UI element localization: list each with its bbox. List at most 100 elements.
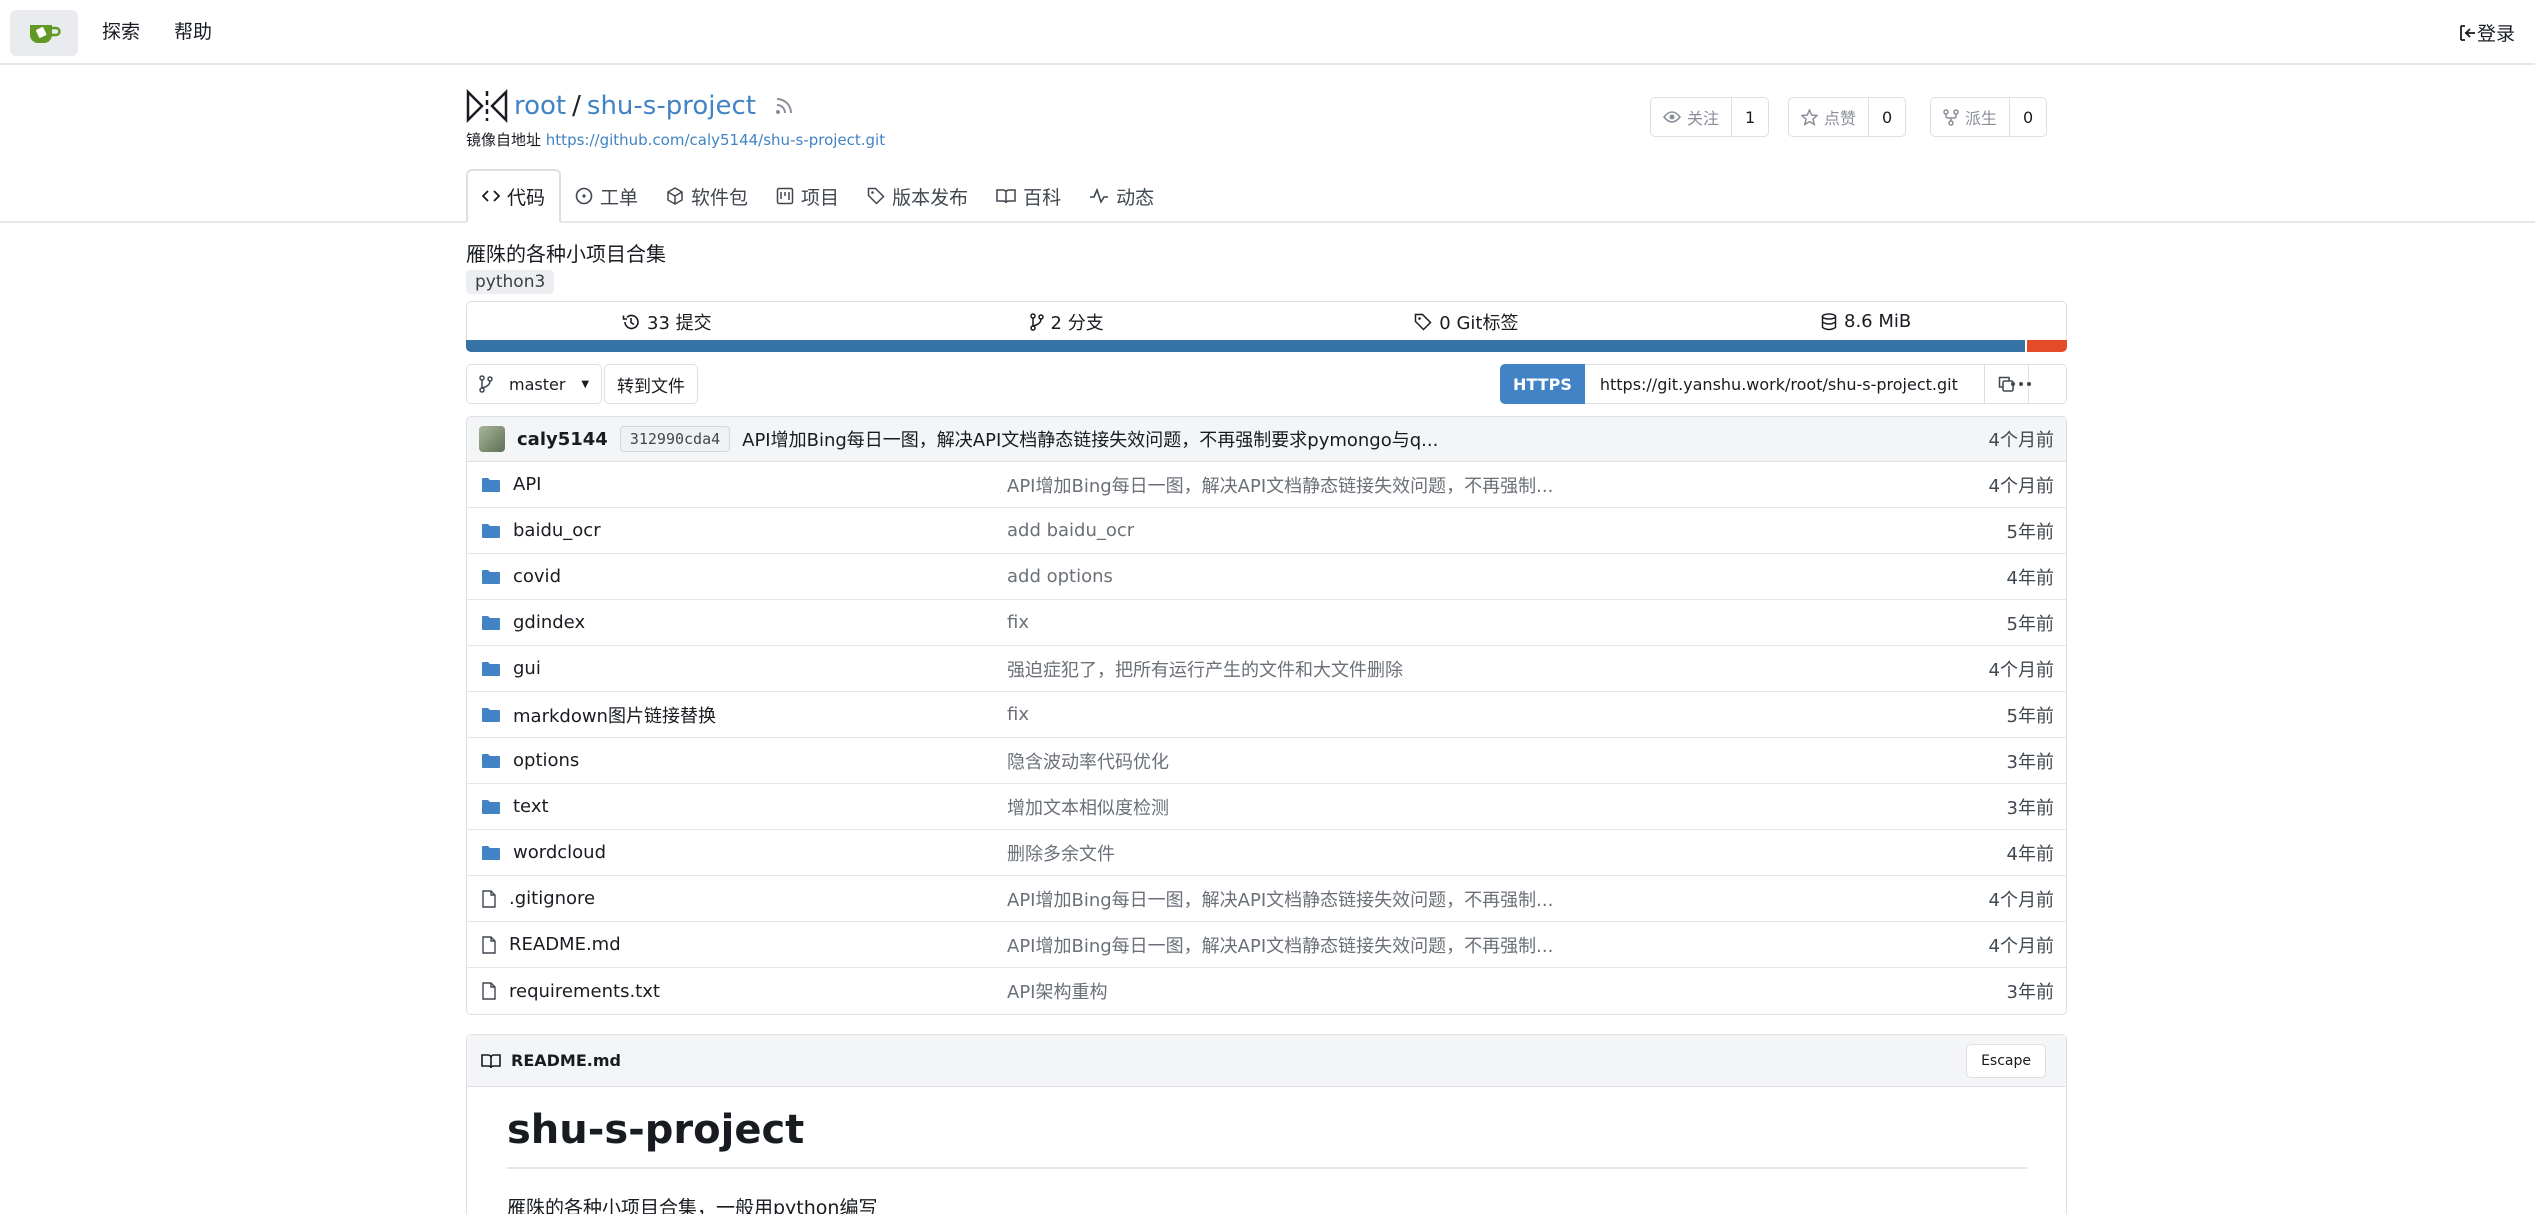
tab-releases-label: 版本发布	[892, 186, 969, 209]
file-age: 5年前	[2006, 521, 2054, 543]
nav-help-link[interactable]: 帮助	[174, 0, 212, 65]
commits-count: 33 提交	[647, 312, 712, 334]
branches-stat[interactable]: 2 分支	[867, 302, 1267, 341]
file-commit-message-link[interactable]: API增加Bing每日一图，解决API文档静态链接失效问题，不再强制...	[1007, 886, 1553, 912]
tab-wiki[interactable]: 百科	[982, 170, 1075, 222]
file-name-link[interactable]: wordcloud	[481, 842, 606, 863]
tab-projects-label: 项目	[801, 186, 840, 209]
branch-selector[interactable]: master ▼	[466, 364, 603, 404]
readme-filename[interactable]: README.md	[511, 1051, 621, 1070]
watch-button-group[interactable]: 关注 1	[1650, 97, 1770, 137]
file-commit-message-link[interactable]: add baidu_ocr	[1007, 520, 1134, 541]
folder-icon	[482, 477, 500, 492]
file-commit-message-link[interactable]: fix	[1007, 704, 1029, 725]
file-age: 3年前	[2006, 982, 2054, 1003]
book-icon	[996, 189, 1016, 204]
commit-author-link[interactable]: caly5144	[517, 429, 608, 450]
tab-releases[interactable]: 版本发布	[853, 170, 982, 222]
folder-icon	[482, 661, 500, 676]
file-row: wordcloud 删除多余文件 4年前	[467, 830, 2066, 876]
escape-button[interactable]: Escape	[1966, 1044, 2046, 1078]
clone-protocol-button[interactable]: HTTPS	[1500, 364, 1585, 404]
avatar[interactable]	[479, 426, 505, 452]
file-name-link[interactable]: markdown图片链接替换	[481, 702, 716, 728]
more-options-button[interactable]	[1976, 364, 2067, 404]
clone-panel: HTTPS https://git.yanshu.work/root/shu-s…	[1500, 364, 2029, 404]
rss-feed-icon[interactable]	[774, 96, 794, 116]
file-name-link[interactable]: baidu_ocr	[481, 520, 601, 541]
file-name-link[interactable]: README.md	[481, 934, 621, 955]
file-commit-message-link[interactable]: 强迫症犯了，把所有运行产生的文件和大文件删除	[1007, 656, 1403, 682]
pulse-icon	[1090, 188, 1109, 204]
branch-icon	[1029, 312, 1044, 331]
tab-issues[interactable]: 工单	[561, 170, 652, 222]
folder-icon	[482, 569, 500, 584]
file-row: options 隐含波动率代码优化 3年前	[467, 738, 2066, 784]
star-count[interactable]: 0	[1869, 98, 1905, 136]
tab-projects[interactable]: 项目	[762, 170, 853, 222]
file-name-link[interactable]: options	[481, 750, 579, 771]
branches-count: 2 分支	[1050, 312, 1104, 334]
language-segment[interactable]	[466, 340, 2026, 352]
login-link[interactable]: 登录	[2459, 0, 2515, 65]
file-commit-message-link[interactable]: API增加Bing每日一图，解决API文档静态链接失效问题，不再强制...	[1007, 472, 1553, 498]
tab-code[interactable]: 代码	[466, 169, 562, 223]
tags-stat[interactable]: 0 Git标签	[1267, 302, 1667, 341]
star-button[interactable]: 点赞	[1789, 98, 1870, 136]
repo-size: 8.6 MiB	[1844, 311, 1912, 332]
file-commit-message-link[interactable]: API增加Bing每日一图，解决API文档静态链接失效问题，不再强制...	[1007, 932, 1553, 958]
repo-owner-link[interactable]: root	[514, 91, 566, 121]
file-name-link[interactable]: covid	[481, 566, 561, 587]
file-commit-message-link[interactable]: 隐含波动率代码优化	[1007, 748, 1169, 774]
file-name-link[interactable]: text	[481, 796, 549, 817]
goto-file-button[interactable]: 转到文件	[604, 364, 698, 404]
file-age: 5年前	[2006, 705, 2054, 727]
nav-explore-link[interactable]: 探索	[102, 0, 140, 65]
gitea-logo[interactable]	[10, 10, 78, 56]
fork-count[interactable]: 0	[2010, 98, 2046, 136]
package-icon	[667, 187, 683, 205]
file-name-link[interactable]: API	[481, 474, 541, 495]
repo-stats-bar: 33 提交 2 分支 0 Git标签 8.6 MiB	[466, 301, 2067, 341]
file-row: baidu_ocr add baidu_ocr 5年前	[467, 508, 2066, 554]
file-row: gui 强迫症犯了，把所有运行产生的文件和大文件删除 4个月前	[467, 646, 2066, 692]
repo-title: root / shu-s-project	[514, 91, 756, 121]
file-commit-message-link[interactable]: add options	[1007, 566, 1113, 587]
tab-issues-label: 工单	[600, 186, 639, 209]
file-row: README.md API增加Bing每日一图，解决API文档静态链接失效问题，不…	[467, 922, 2066, 968]
file-commit-message-link[interactable]: API架构重构	[1007, 978, 1107, 1004]
file-name-link[interactable]: .gitignore	[481, 888, 595, 909]
issue-icon	[575, 187, 593, 205]
tab-activity[interactable]: 动态	[1075, 170, 1168, 222]
watch-button[interactable]: 关注	[1651, 98, 1733, 136]
star-button-group[interactable]: 点赞 0	[1788, 97, 1907, 137]
login-label: 登录	[2476, 23, 2515, 45]
file-commit-message-link[interactable]: fix	[1007, 612, 1029, 633]
file-icon	[482, 889, 496, 908]
file-commit-message-link[interactable]: 删除多余文件	[1007, 840, 1115, 866]
tab-wiki-label: 百科	[1023, 186, 1062, 209]
star-icon	[1801, 108, 1818, 126]
watch-count[interactable]: 1	[1732, 98, 1768, 136]
fork-button-group[interactable]: 派生 0	[1930, 97, 2048, 137]
repo-name-link[interactable]: shu-s-project	[587, 91, 756, 121]
commit-message-link[interactable]: API增加Bing每日一图，解决API文档静态链接失效问题，不再强制要求pymo…	[742, 426, 1438, 452]
commit-sha-link[interactable]: 312990cda4	[619, 426, 731, 452]
file-name-link[interactable]: gui	[481, 658, 541, 679]
language-segment[interactable]	[2025, 340, 2067, 352]
tab-packages[interactable]: 软件包	[652, 170, 762, 222]
language-stats-bar[interactable]	[466, 340, 2067, 352]
tag-icon	[867, 187, 885, 205]
file-icon	[482, 935, 496, 954]
folder-icon	[482, 845, 500, 860]
tags-count: 0 Git标签	[1439, 312, 1519, 334]
file-name-link[interactable]: requirements.txt	[481, 981, 660, 1002]
clone-url-input[interactable]: https://git.yanshu.work/root/shu-s-proje…	[1584, 364, 1985, 404]
fork-button[interactable]: 派生	[1931, 98, 2011, 136]
commits-stat[interactable]: 33 提交	[467, 302, 867, 341]
file-commit-message-link[interactable]: 增加文本相似度检测	[1007, 794, 1169, 820]
book-icon	[481, 1053, 501, 1068]
topic-tag[interactable]: python3	[466, 270, 555, 294]
file-name-link[interactable]: gdindex	[481, 612, 585, 633]
mirror-url-link[interactable]: https://github.com/caly5144/shu-s-projec…	[546, 131, 885, 149]
